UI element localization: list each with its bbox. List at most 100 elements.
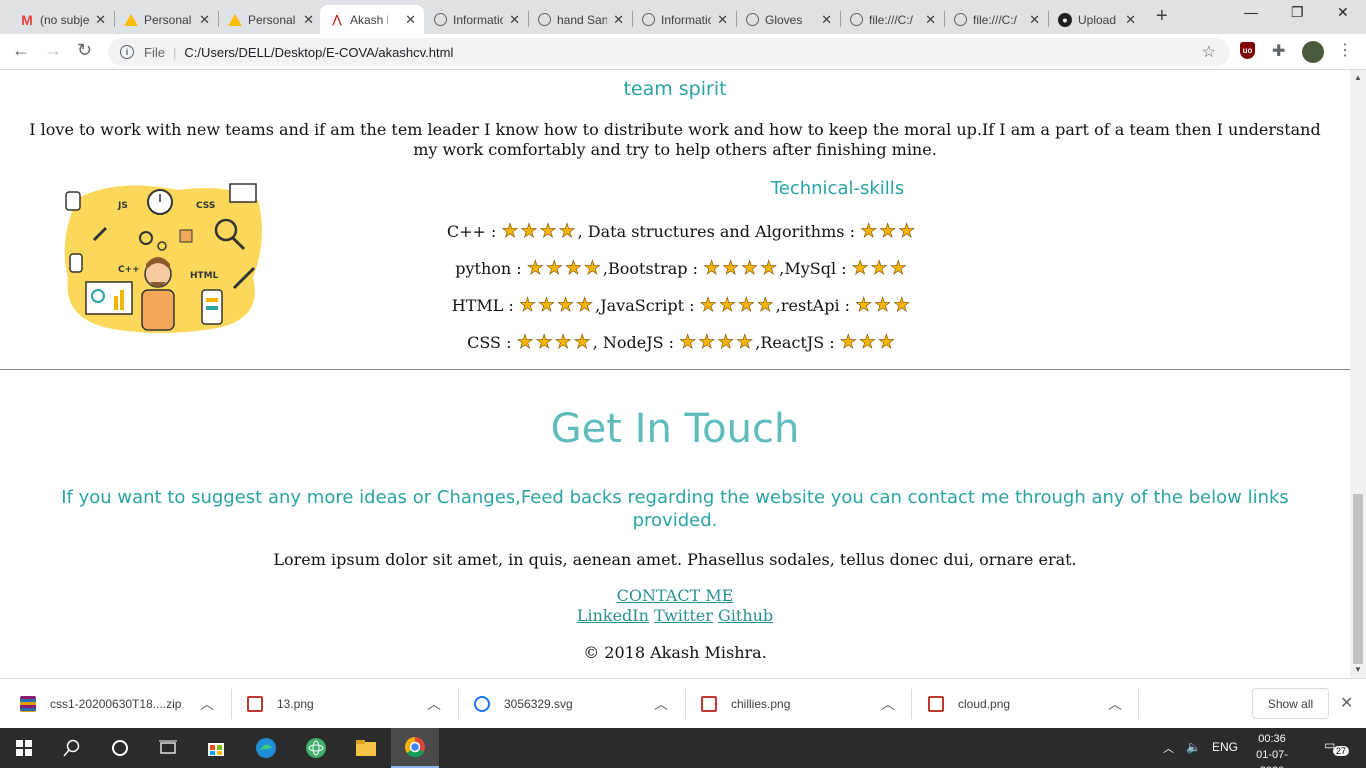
back-icon[interactable]: ← <box>12 40 30 61</box>
close-tab-icon[interactable]: ✕ <box>1125 12 1136 28</box>
skill-label: ,JavaScript : <box>595 296 695 315</box>
maximize-button[interactable]: ❐ <box>1291 4 1304 21</box>
vertical-scrollbar[interactable]: ▲ ▼ <box>1350 70 1366 678</box>
forward-icon[interactable]: → <box>44 40 62 61</box>
tab-title: Information <box>453 12 503 27</box>
twitter-link[interactable]: Twitter <box>654 606 713 625</box>
akash-icon: ⋀ <box>332 14 342 26</box>
chevron-up-icon[interactable]: ︿ <box>654 694 668 714</box>
github-link[interactable]: Github <box>718 606 773 625</box>
download-item[interactable]: 3056329.svg ︿ <box>474 679 668 729</box>
scroll-thumb[interactable] <box>1353 494 1363 664</box>
reload-icon[interactable]: ↻ <box>77 40 92 61</box>
download-item[interactable]: 13.png ︿ <box>247 679 441 729</box>
profile-avatar[interactable] <box>1302 41 1324 63</box>
team-spirit-heading: team spirit <box>623 78 727 100</box>
team-spirit-text: I love to work with new teams and if am … <box>29 120 1321 159</box>
chevron-up-icon[interactable]: ︿ <box>881 694 895 714</box>
skill-line: HTML : ★★★★,JavaScript : ★★★★,restApi : … <box>322 294 1042 317</box>
tab-drive-2[interactable]: Personal ✕ <box>218 5 322 34</box>
close-window-button[interactable]: ✕ <box>1337 4 1349 21</box>
zip-icon <box>20 696 36 712</box>
html-label: HTML <box>190 271 219 281</box>
bookmark-star-icon[interactable]: ☆ <box>1202 42 1216 62</box>
close-tab-icon[interactable]: ✕ <box>925 12 936 28</box>
tab-gloves[interactable]: Gloves ✕ <box>736 5 840 34</box>
globe-icon <box>850 13 863 26</box>
rating-stars: ★★★★ <box>679 331 756 354</box>
globe-icon <box>434 13 447 26</box>
skill-label: ,MySql : <box>779 259 847 278</box>
ublock-icon[interactable]: uo <box>1240 42 1255 59</box>
volume-icon[interactable]: 🔈 <box>1186 740 1201 754</box>
globe-icon <box>954 13 967 26</box>
browser-toolbar: ← → ↻ i File | C:/Users/DELL/Desktop/E-C… <box>0 34 1366 70</box>
chrome-icon[interactable] <box>391 728 439 768</box>
clock[interactable]: 00:36 01-07-2020 <box>1246 731 1298 768</box>
tab-file-2[interactable]: file:///C:/ ✕ <box>944 5 1048 34</box>
linkedin-link[interactable]: LinkedIn <box>577 606 649 625</box>
tab-github-upload[interactable]: ● Upload ✕ <box>1048 5 1144 34</box>
close-tab-icon[interactable]: ✕ <box>303 12 314 28</box>
tab-gmail[interactable]: M (no subject) ✕ <box>10 5 114 34</box>
extensions-puzzle-icon[interactable]: ✚ <box>1272 41 1285 61</box>
task-view-icon[interactable] <box>144 728 192 768</box>
scroll-up-arrow-icon[interactable]: ▲ <box>1354 73 1362 82</box>
tab-hand-sanitizer[interactable]: hand Sanitizer ✕ <box>528 5 632 34</box>
close-tab-icon[interactable]: ✕ <box>613 12 624 28</box>
tab-title: Upload <box>1078 12 1117 27</box>
download-name: 3056329.svg <box>504 697 573 711</box>
tab-information-1[interactable]: Information ✕ <box>424 5 528 34</box>
download-item[interactable]: css1-20200630T18....zip ︿ <box>20 679 214 729</box>
clock-time: 00:36 <box>1258 733 1286 745</box>
lorem-text: Lorem ipsum dolor sit amet, in quis, aen… <box>273 550 1077 569</box>
minimize-button[interactable]: — <box>1244 4 1258 20</box>
tab-drive-1[interactable]: Personal ✕ <box>114 5 218 34</box>
address-bar[interactable]: i File | C:/Users/DELL/Desktop/E-COVA/ak… <box>108 38 1230 66</box>
close-tab-icon[interactable]: ✕ <box>717 12 728 28</box>
section-divider <box>0 369 1350 370</box>
file-explorer-icon[interactable] <box>342 728 390 768</box>
chevron-up-icon[interactable]: ︿ <box>1108 694 1122 714</box>
tab-title: Gloves <box>765 12 803 27</box>
js-label: JS <box>117 201 128 211</box>
close-tab-icon[interactable]: ✕ <box>405 12 416 28</box>
start-button[interactable] <box>0 728 48 768</box>
scroll-down-arrow-icon[interactable]: ▼ <box>1354 665 1362 674</box>
show-hidden-icons-chevron-icon[interactable]: ︿ <box>1163 740 1174 756</box>
drive-icon <box>124 13 138 26</box>
download-item[interactable]: cloud.png ︿ <box>928 679 1122 729</box>
info-icon[interactable]: i <box>120 45 134 59</box>
menu-kebab-icon[interactable]: ⋮ <box>1337 40 1353 60</box>
skill-label: , NodeJS : <box>592 333 675 352</box>
close-tab-icon[interactable]: ✕ <box>821 12 832 28</box>
developer-illustration: JS CSS C++ HTML <box>64 183 263 333</box>
close-downloads-icon[interactable]: ✕ <box>1340 693 1353 713</box>
chevron-up-icon[interactable]: ︿ <box>427 694 441 714</box>
contact-me-link[interactable]: CONTACT ME <box>617 586 734 605</box>
skill-line: python : ★★★★,Bootstrap : ★★★★,MySql : ★… <box>322 257 1042 280</box>
close-tab-icon[interactable]: ✕ <box>199 12 210 28</box>
tab-information-2[interactable]: Information ✕ <box>632 5 736 34</box>
tab-file-1[interactable]: file:///C:/ ✕ <box>840 5 944 34</box>
close-tab-icon[interactable]: ✕ <box>95 12 106 28</box>
language-indicator[interactable]: ENG <box>1212 740 1238 754</box>
close-tab-icon[interactable]: ✕ <box>1029 12 1040 28</box>
store-icon[interactable] <box>192 728 240 768</box>
rating-stars: ★★★★ <box>699 294 776 317</box>
new-tab-button[interactable]: + <box>1156 5 1168 28</box>
image-file-icon <box>701 696 717 712</box>
download-name: chillies.png <box>731 697 791 711</box>
rating-stars: ★★★★ <box>516 331 593 354</box>
chevron-up-icon[interactable]: ︿ <box>200 694 214 714</box>
url-text[interactable]: C:/Users/DELL/Desktop/E-COVA/akashcv.htm… <box>184 45 453 60</box>
download-item[interactable]: chillies.png ︿ <box>701 679 895 729</box>
cortana-icon[interactable] <box>96 728 144 768</box>
close-tab-icon[interactable]: ✕ <box>509 12 520 28</box>
show-all-button[interactable]: Show all <box>1252 688 1329 719</box>
css-label: CSS <box>196 201 215 211</box>
edge-icon[interactable] <box>242 728 290 768</box>
tab-akash-active[interactable]: ⋀ Akash Mishra ✕ <box>320 5 424 34</box>
search-icon[interactable] <box>48 728 96 768</box>
atom-icon[interactable] <box>292 728 340 768</box>
